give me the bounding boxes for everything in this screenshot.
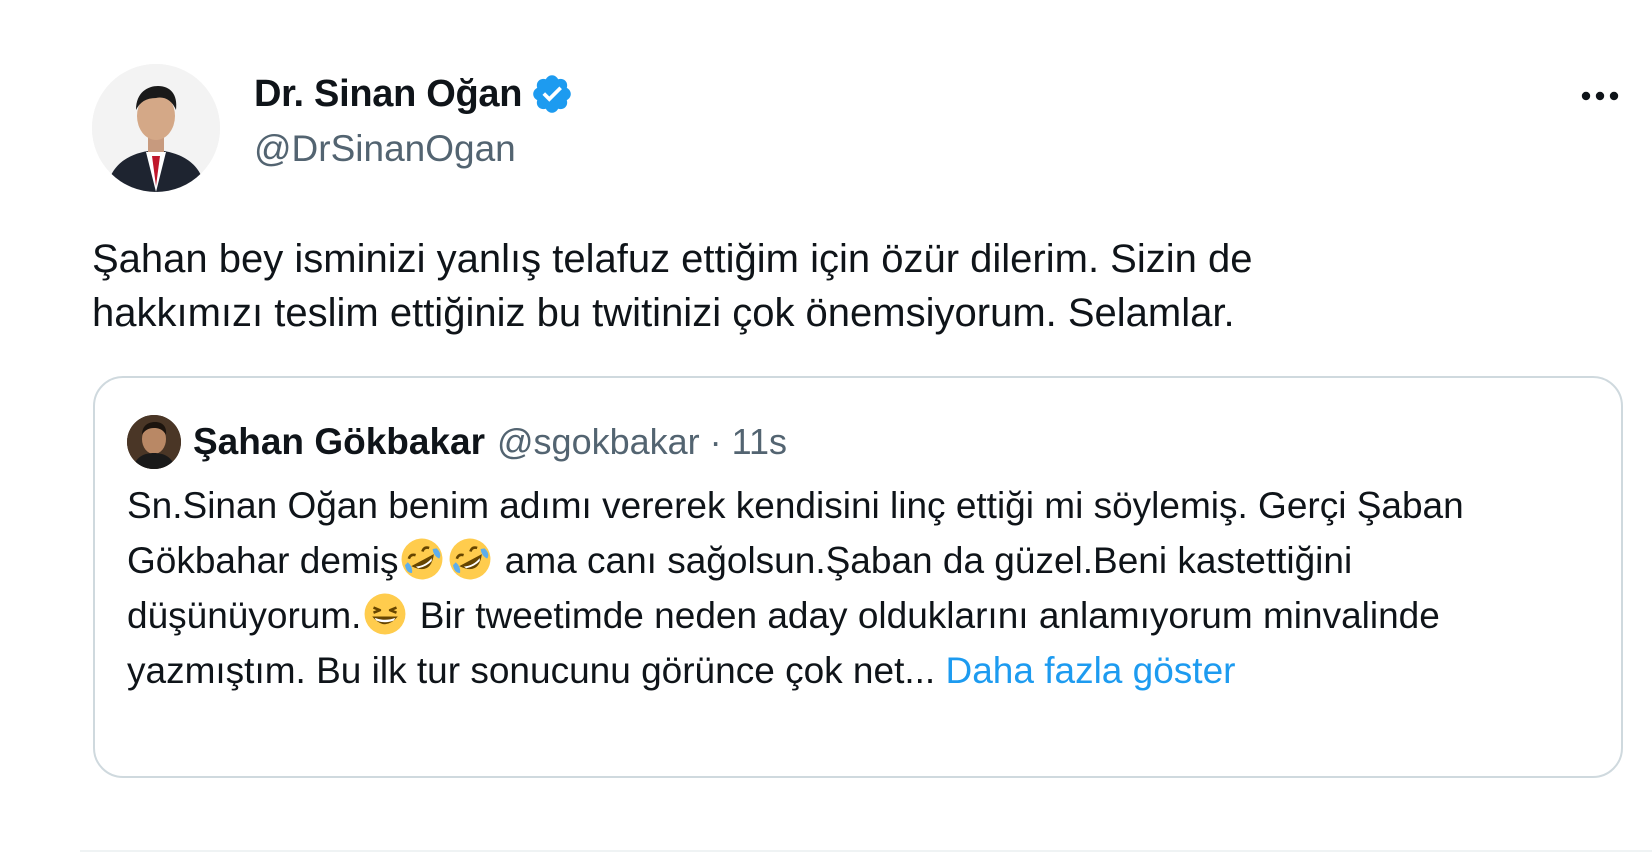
tweet: Dr. Sinan Oğan @DrSinanOgan Şahan bey is… bbox=[0, 0, 1652, 854]
quoted-tweet-text: Sn.Sinan Oğan benim adımı vererek kendis… bbox=[127, 478, 1587, 698]
more-dots-icon bbox=[1581, 91, 1619, 101]
divider bbox=[80, 850, 1652, 852]
profile-photo-icon bbox=[127, 415, 181, 469]
grinning-squinting-face-emoji-icon bbox=[365, 593, 406, 635]
rolling-on-floor-laughing-emoji-icon bbox=[450, 538, 491, 580]
author-name[interactable]: Dr. Sinan Oğan bbox=[254, 73, 522, 116]
rolling-on-floor-laughing-emoji-icon bbox=[402, 538, 443, 580]
quoted-tweet-card[interactable]: Şahan Gökbakar @sgokbakar · 11s Sn.Sinan… bbox=[93, 376, 1623, 778]
separator-dot: · bbox=[709, 421, 722, 462]
author-name-row[interactable]: Dr. Sinan Oğan bbox=[254, 72, 574, 116]
more-options-button[interactable] bbox=[1570, 76, 1630, 116]
author-avatar[interactable] bbox=[92, 64, 220, 192]
verified-badge-icon bbox=[533, 75, 571, 113]
quoted-tweet-header: Şahan Gökbakar @sgokbakar · 11s bbox=[127, 414, 787, 470]
tweet-text: Şahan bey isminizi yanlış telafuz ettiği… bbox=[92, 237, 1253, 335]
quoted-author-avatar[interactable] bbox=[127, 415, 181, 469]
quoted-author-handle[interactable]: @sgokbakar bbox=[497, 421, 700, 463]
quoted-tweet-time[interactable]: 11s bbox=[732, 421, 787, 463]
profile-photo-icon bbox=[92, 64, 220, 192]
author-handle[interactable]: @DrSinanOgan bbox=[254, 128, 516, 170]
show-more-link[interactable]: Daha fazla göster bbox=[945, 650, 1235, 691]
quoted-author-name[interactable]: Şahan Gökbakar bbox=[193, 421, 485, 463]
